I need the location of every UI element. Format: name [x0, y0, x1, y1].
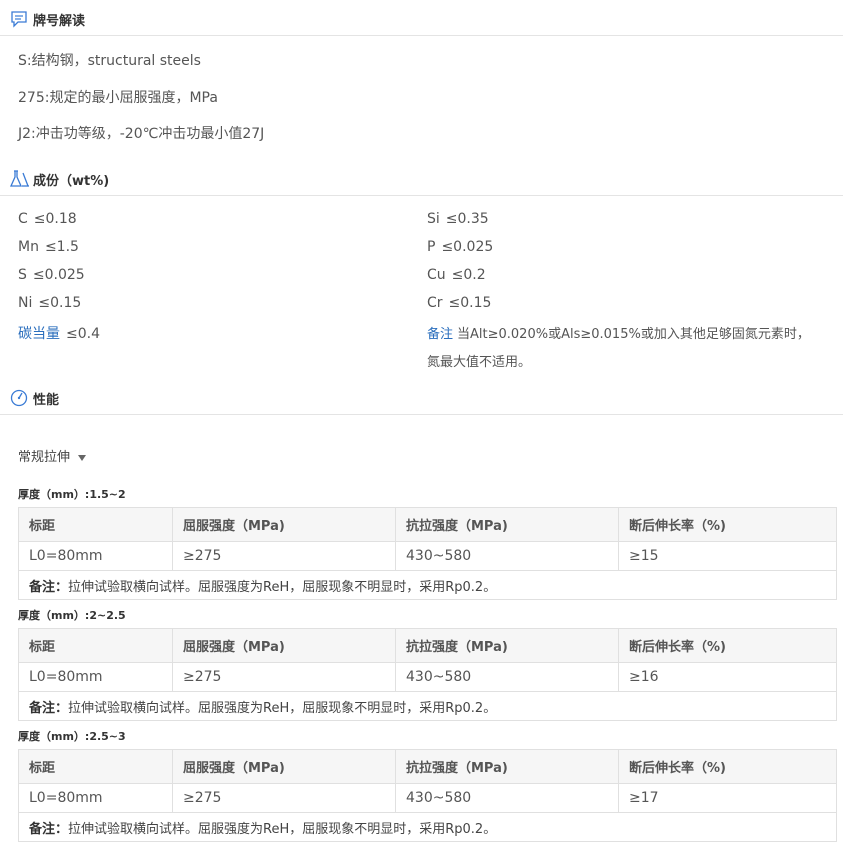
composition-item: Mn ≤1.5	[18, 239, 79, 255]
gauge-icon	[10, 389, 28, 407]
header-gauge-length: 标距	[18, 507, 173, 542]
table-row: L0=80mm ≥275 430~580 ≥16	[18, 662, 837, 692]
designation-line: J2:冲击功等级，-20℃冲击功最小值27J	[18, 126, 265, 142]
designation-line: S:结构钢，structural steels	[18, 53, 201, 69]
table-header-row: 标距 屈服强度（MPa) 抗拉强度（MPa) 断后伸长率（%)	[18, 749, 837, 784]
caret-down-icon	[78, 454, 87, 461]
cell-tensile-strength: 430~580	[395, 662, 619, 692]
table-header-row: 标距 屈服强度（MPa) 抗拉强度（MPa) 断后伸长率（%)	[18, 507, 837, 542]
table-note: 备注：拉伸试验取横向试样。屈服强度为ReH，屈服现象不明显时，采用Rp0.2。	[18, 812, 837, 842]
designation-title: 牌号解读	[33, 14, 86, 29]
performance-title: 性能	[33, 393, 60, 408]
composition-header: 成份（wt%)	[0, 162, 843, 196]
cell-gauge-length: L0=80mm	[18, 662, 173, 692]
table-note: 备注：拉伸试验取横向试样。屈服强度为ReH，屈服现象不明显时，采用Rp0.2。	[18, 570, 837, 600]
cell-tensile-strength: 430~580	[395, 541, 619, 571]
cell-gauge-length: L0=80mm	[18, 541, 173, 571]
header-gauge-length: 标距	[18, 749, 173, 784]
cell-yield-strength: ≥275	[172, 541, 396, 571]
test-type-dropdown[interactable]: 常规拉伸	[18, 446, 87, 465]
header-tensile-strength: 抗拉强度（MPa)	[395, 628, 619, 663]
cell-elongation: ≥15	[618, 541, 837, 571]
composition-remark-cont: 氮最大值不适用。	[427, 355, 532, 370]
composition-title: 成份（wt%)	[33, 174, 110, 189]
designation-line: 275:规定的最小屈服强度，MPa	[18, 90, 218, 106]
composition-item: S ≤0.025	[18, 267, 85, 283]
header-elongation: 断后伸长率（%)	[618, 749, 837, 784]
cell-elongation: ≥17	[618, 783, 837, 813]
table-note-row: 备注：拉伸试验取横向试样。屈服强度为ReH，屈服现象不明显时，采用Rp0.2。	[18, 570, 837, 600]
header-tensile-strength: 抗拉强度（MPa)	[395, 749, 619, 784]
composition-item: Cr ≤0.15	[427, 295, 492, 311]
properties-table: 标距 屈服强度（MPa) 抗拉强度（MPa) 断后伸长率（%) L0=80mm …	[18, 628, 837, 721]
thickness-label: 厚度（mm）:1.5~2	[18, 488, 126, 501]
header-yield-strength: 屈服强度（MPa)	[172, 628, 396, 663]
performance-header: 性能	[0, 381, 843, 415]
composition-item: C ≤0.18	[18, 211, 77, 227]
header-elongation: 断后伸长率（%)	[618, 507, 837, 542]
cell-gauge-length: L0=80mm	[18, 783, 173, 813]
composition-item: P ≤0.025	[427, 239, 494, 255]
table-header-row: 标距 屈服强度（MPa) 抗拉强度（MPa) 断后伸长率（%)	[18, 628, 837, 663]
header-elongation: 断后伸长率（%)	[618, 628, 837, 663]
table-row: L0=80mm ≥275 430~580 ≥17	[18, 783, 837, 813]
properties-table: 标距 屈服强度（MPa) 抗拉强度（MPa) 断后伸长率（%) L0=80mm …	[18, 507, 837, 600]
table-note-row: 备注：拉伸试验取横向试样。屈服强度为ReH，屈服现象不明显时，采用Rp0.2。	[18, 691, 837, 721]
properties-table: 标距 屈服强度（MPa) 抗拉强度（MPa) 断后伸长率（%) L0=80mm …	[18, 749, 837, 842]
comment-icon	[10, 10, 28, 28]
header-tensile-strength: 抗拉强度（MPa)	[395, 507, 619, 542]
composition-item: Si ≤0.35	[427, 211, 489, 227]
table-note-row: 备注：拉伸试验取横向试样。屈服强度为ReH，屈服现象不明显时，采用Rp0.2。	[18, 812, 837, 842]
cell-yield-strength: ≥275	[172, 783, 396, 813]
carbon-equivalent: 碳当量 ≤0.4	[18, 326, 100, 342]
table-row: L0=80mm ≥275 430~580 ≥15	[18, 541, 837, 571]
thickness-label: 厚度（mm）:2~2.5	[18, 609, 126, 622]
thickness-label: 厚度（mm）:2.5~3	[18, 730, 126, 743]
composition-item: Cu ≤0.2	[427, 267, 486, 283]
header-yield-strength: 屈服强度（MPa)	[172, 749, 396, 784]
cell-elongation: ≥16	[618, 662, 837, 692]
composition-item: Ni ≤0.15	[18, 295, 82, 311]
cell-tensile-strength: 430~580	[395, 783, 619, 813]
header-gauge-length: 标距	[18, 628, 173, 663]
composition-remark: 备注 当Alt≥0.020%或Als≥0.015%或加入其他足够固氮元素时，	[427, 327, 810, 342]
header-yield-strength: 屈服强度（MPa)	[172, 507, 396, 542]
flask-icon	[9, 170, 29, 188]
test-type-label: 常规拉伸	[18, 450, 71, 465]
designation-header: 牌号解读	[0, 2, 843, 36]
cell-yield-strength: ≥275	[172, 662, 396, 692]
table-note: 备注：拉伸试验取横向试样。屈服强度为ReH，屈服现象不明显时，采用Rp0.2。	[18, 691, 837, 721]
